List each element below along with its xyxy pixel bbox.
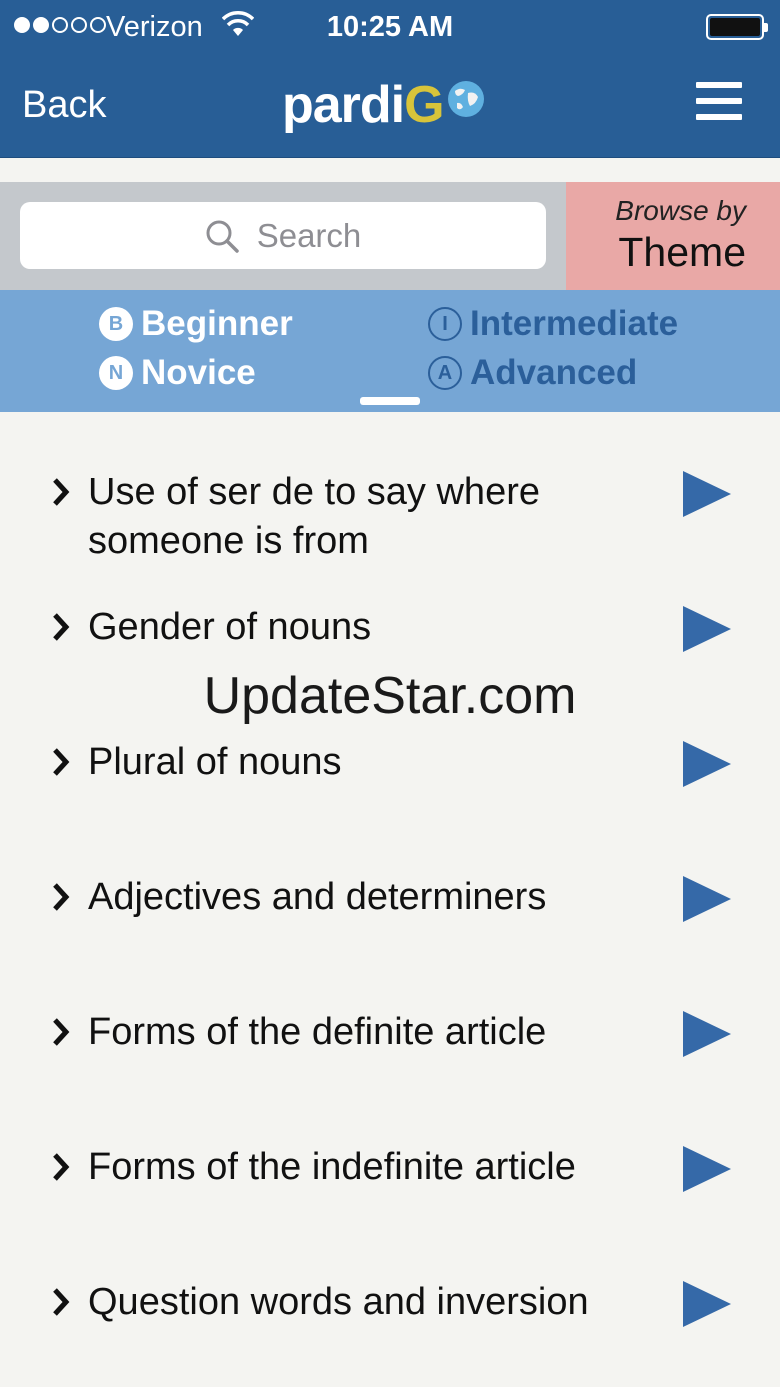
advanced-badge-icon: A	[428, 356, 462, 390]
play-icon[interactable]	[682, 605, 732, 653]
level-advanced[interactable]: A Advanced	[428, 353, 637, 393]
search-icon	[206, 220, 239, 253]
status-time: 10:25 AM	[326, 11, 454, 43]
level-intermediate[interactable]: I Intermediate	[428, 304, 678, 344]
browse-label: Browse by	[615, 195, 746, 226]
beginner-badge-icon: B	[99, 307, 133, 341]
topic-label: Plural of nouns	[88, 741, 342, 783]
play-icon[interactable]	[682, 470, 732, 518]
play-icon[interactable]	[682, 740, 732, 788]
hamburger-menu-button[interactable]	[696, 82, 742, 122]
intermediate-badge-icon: I	[428, 307, 462, 341]
chevron-right-icon	[53, 883, 70, 911]
chevron-right-icon	[53, 748, 70, 776]
chevron-right-icon	[53, 478, 70, 506]
page-indicator	[360, 397, 420, 405]
chevron-right-icon	[53, 1153, 70, 1181]
topic-label: Gender of nouns	[88, 606, 372, 648]
level-novice[interactable]: N Novice	[99, 353, 256, 393]
play-icon[interactable]	[682, 1280, 732, 1328]
chevron-right-icon	[53, 1018, 70, 1046]
search-row: Search Browse by Theme	[0, 182, 780, 290]
topic-label: Adjectives and determiners	[88, 876, 547, 918]
topic-label: Forms of the definite article	[88, 1011, 547, 1053]
watermark: UpdateStar.com	[203, 667, 577, 725]
topic-label: Forms of the indefinite article	[88, 1146, 576, 1188]
play-icon[interactable]	[682, 1010, 732, 1058]
app-header: Verizon 10:25 AM Back pardi G	[0, 0, 780, 158]
search-input[interactable]: Search	[20, 202, 546, 269]
chevron-right-icon	[53, 1288, 70, 1316]
level-filter-bar: B Beginner N Novice I Intermediate A Adv…	[0, 290, 780, 412]
back-button[interactable]: Back	[22, 84, 106, 127]
chevron-right-icon	[53, 613, 70, 641]
level-beginner[interactable]: B Beginner	[99, 304, 293, 344]
play-icon[interactable]	[682, 1145, 732, 1193]
topic-label: Question words and inversion	[88, 1281, 589, 1323]
play-icon[interactable]	[682, 875, 732, 923]
status-bar: Verizon 10:25 AM	[0, 0, 780, 56]
theme-label: Theme	[618, 229, 746, 275]
search-placeholder: Search	[256, 216, 362, 254]
battery-icon	[706, 14, 768, 40]
pardigo-logo: pardi G	[282, 72, 486, 138]
topic-label: Use of ser de to say where someone is fr…	[88, 471, 540, 562]
novice-badge-icon: N	[99, 356, 133, 390]
browse-by-theme-button[interactable]: Browse by Theme	[566, 182, 780, 290]
globe-icon	[447, 81, 484, 117]
